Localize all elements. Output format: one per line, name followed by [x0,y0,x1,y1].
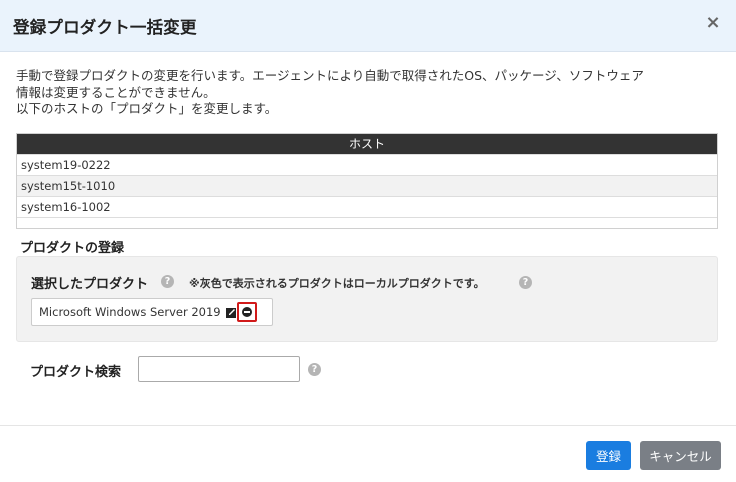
selected-product-panel: 選択したプロダクト ? ※灰色で表示されるプロダクトはローカルプロダクトです。 … [16,256,718,342]
question-circle-icon[interactable]: ? [519,276,532,289]
question-circle-icon[interactable]: ? [308,363,321,376]
selected-product-label: 選択したプロダクト [31,277,149,292]
description-line: 情報は変更することができません。 [16,84,216,100]
table-row: system15t-1010 [17,175,717,196]
host-column-header: ホスト [17,134,717,154]
dialog-header: 登録プロダクト一括変更 × [0,0,736,52]
minus-circle-icon [242,307,252,317]
product-name: Microsoft Windows Server 2019 [39,305,221,319]
local-product-note: ※灰色で表示されるプロダクトはローカルプロダクトです。 [189,277,485,290]
cancel-button[interactable]: キャンセル [640,441,721,470]
product-search-input[interactable] [138,356,300,382]
host-table: ホスト system19-0222 system15t-1010 system1… [16,133,718,229]
table-row: system16-1002 [17,196,717,217]
table-row: system19-0222 [17,154,717,175]
dialog-footer: 登録 キャンセル [0,425,736,482]
bulk-change-dialog: 登録プロダクト一括変更 × 手動で登録プロダクトの変更を行います。エージェントに… [0,0,736,482]
remove-product-button[interactable] [237,302,257,322]
close-icon[interactable]: × [704,13,722,33]
selected-product-item: Microsoft Windows Server 2019 [31,298,273,326]
description: 手動で登録プロダクトの変更を行います。エージェントにより自動で取得されたOS、パ… [16,68,728,118]
question-circle-icon[interactable]: ? [161,275,174,288]
register-button[interactable]: 登録 [586,441,631,470]
product-search-label: プロダクト検索 [30,365,122,380]
dialog-title: 登録プロダクト一括変更 [13,18,197,37]
description-line: 手動で登録プロダクトの変更を行います。エージェントにより自動で取得されたOS、パ… [16,68,644,83]
description-line: 以下のホストの「プロダクト」を変更します。 [16,101,278,116]
table-spacer [17,217,717,228]
section-title: プロダクトの登録 [20,241,125,256]
